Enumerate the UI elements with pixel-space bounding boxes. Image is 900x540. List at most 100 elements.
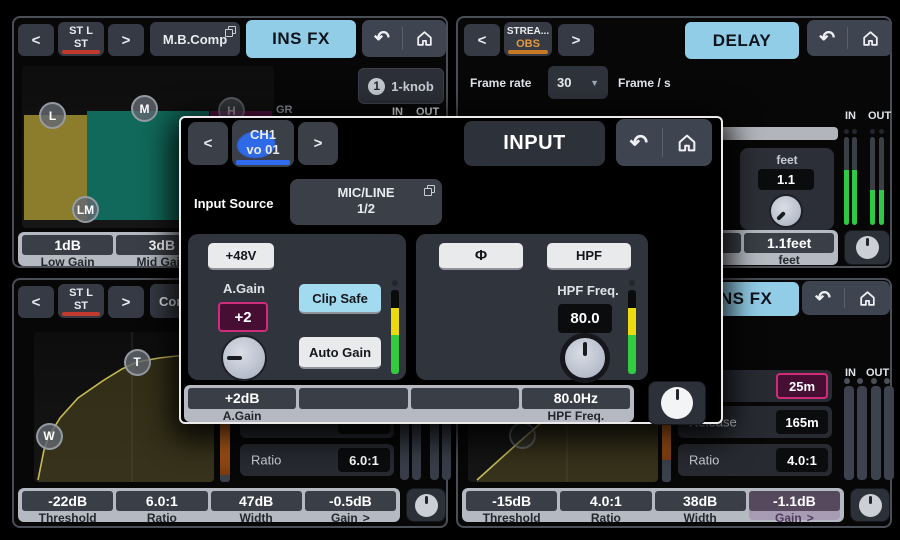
- home-icon[interactable]: [861, 29, 880, 48]
- delay-knob[interactable]: [769, 194, 803, 228]
- nav-group: ↶: [362, 20, 446, 57]
- meter-dot: [879, 129, 884, 134]
- param-cell-selected[interactable]: -1.1dB Gain>: [749, 491, 840, 520]
- dropdown-arrow-icon: ▼: [590, 78, 599, 88]
- one-badge-icon: 1: [368, 78, 385, 95]
- next-channel-button[interactable]: >: [108, 286, 144, 318]
- undo-icon[interactable]: ↶: [374, 29, 390, 48]
- delay-fine-box: feet 1.1: [740, 148, 834, 230]
- param-cell[interactable]: -15dBThreshold: [466, 491, 557, 520]
- undo-icon[interactable]: ↶: [819, 29, 835, 48]
- knob-assign-button[interactable]: [850, 488, 890, 522]
- clip-safe-button[interactable]: Clip Safe: [299, 284, 381, 314]
- param-bar: -22dBThreshold 6.0:1Ratio 47dBWidth -0.5…: [18, 488, 400, 522]
- hpf-freq-label: HPF Freq.: [540, 283, 636, 298]
- home-icon[interactable]: [676, 132, 698, 154]
- phase-button[interactable]: Φ: [439, 243, 523, 270]
- param-cell[interactable]: 6.0:1Ratio: [116, 491, 207, 520]
- knob-icon: [661, 387, 693, 419]
- mixer-screen: < ST L ST > M.B.Comp INS FX ↶ 1 1-knob L…: [0, 0, 900, 540]
- in-meter: [844, 137, 849, 225]
- frame-rate-select[interactable]: 30 ▼: [548, 66, 608, 99]
- prev-channel-button[interactable]: <: [464, 24, 500, 56]
- again-knob[interactable]: [221, 335, 267, 381]
- meter-dot: [870, 129, 875, 134]
- param-cell[interactable]: 1.1feetfeet: [744, 233, 834, 263]
- param-cell[interactable]: -22dBThreshold: [22, 491, 113, 520]
- frame-rate-label: Frame rate: [470, 76, 531, 90]
- in-label: IN: [845, 110, 856, 122]
- knob-assign-button[interactable]: [844, 230, 890, 265]
- threshold-marker[interactable]: T: [124, 349, 151, 376]
- nav-group: ↶: [807, 20, 892, 56]
- param-cell[interactable]: 47dBWidth: [211, 491, 302, 520]
- next-channel-button[interactable]: >: [298, 122, 338, 165]
- channel-select-button[interactable]: ST L ST: [58, 284, 104, 318]
- width-marker[interactable]: [509, 422, 536, 449]
- ratio-row[interactable]: Ratio 4.0:1: [678, 444, 832, 476]
- meter-dot: [844, 378, 850, 384]
- mid-marker[interactable]: M: [131, 95, 158, 122]
- nav-group: ↶: [802, 281, 890, 315]
- out-meter: [879, 137, 884, 225]
- meter-dot: [392, 280, 398, 286]
- param-cell[interactable]: 1dBLow Gain: [22, 235, 113, 264]
- param-cell[interactable]: 80.0HzHPF Freq.: [522, 388, 630, 420]
- phantom-48v-button[interactable]: +48V: [208, 243, 274, 270]
- delay-unit-label: feet: [740, 153, 834, 167]
- hpf-freq-value: 80.0: [558, 304, 612, 333]
- out-meter: [870, 137, 875, 225]
- auto-gain-button[interactable]: Auto Gain: [299, 337, 381, 369]
- param-cell[interactable]: [411, 388, 519, 420]
- param-cell[interactable]: +2dBA.Gain: [188, 388, 296, 420]
- channel-color-bar: [62, 312, 100, 316]
- prev-channel-button[interactable]: <: [18, 286, 54, 318]
- low-marker[interactable]: L: [39, 102, 66, 129]
- width-marker[interactable]: W: [36, 423, 63, 450]
- next-channel-button[interactable]: >: [108, 24, 144, 56]
- home-icon[interactable]: [858, 289, 877, 308]
- channel-select-button[interactable]: STREA... OBS: [504, 22, 552, 56]
- knob-icon: [856, 236, 879, 259]
- prev-channel-button[interactable]: <: [188, 122, 228, 165]
- again-value: +2: [218, 302, 268, 332]
- delay-value: 1.1: [758, 169, 814, 190]
- gain-meter: [391, 290, 399, 374]
- input-source-button[interactable]: MIC/LINE 1/2: [290, 179, 442, 225]
- hpf-freq-knob[interactable]: [560, 333, 610, 383]
- undo-icon[interactable]: ↶: [630, 132, 648, 154]
- home-icon[interactable]: [415, 29, 434, 48]
- channel-select-button[interactable]: CH1 vo 01: [232, 120, 294, 167]
- popup-title: INPUT: [464, 121, 605, 166]
- param-cell[interactable]: 38dBWidth: [655, 491, 746, 520]
- undo-icon[interactable]: ↶: [815, 289, 831, 308]
- one-knob-button[interactable]: 1 1-knob: [358, 68, 444, 104]
- hpf-button[interactable]: HPF: [547, 243, 631, 270]
- again-label: A.Gain: [206, 281, 282, 296]
- knob-assign-button[interactable]: [648, 381, 706, 425]
- copy-icon: [424, 185, 435, 196]
- page-title: INS FX: [246, 20, 356, 58]
- meter-dot: [884, 378, 890, 384]
- in-meter: [844, 386, 854, 480]
- in-meter: [857, 386, 867, 480]
- channel-color-bar: [62, 50, 100, 54]
- in-meter: [852, 137, 857, 225]
- next-channel-button[interactable]: >: [558, 24, 594, 56]
- prev-channel-button[interactable]: <: [18, 24, 54, 56]
- gr-label: GR: [276, 104, 293, 116]
- lowmid-marker[interactable]: LM: [72, 196, 99, 223]
- knob-assign-button[interactable]: [406, 488, 446, 522]
- channel-select-button[interactable]: ST L ST: [58, 22, 104, 56]
- param-cell[interactable]: -0.5dB Gain>: [305, 491, 396, 520]
- out-meter: [871, 386, 881, 480]
- out-meter: [884, 386, 894, 480]
- fx-library-button[interactable]: M.B.Comp: [150, 22, 240, 56]
- ratio-row[interactable]: Ratio 6.0:1: [240, 444, 394, 476]
- page-title: DELAY: [685, 22, 799, 59]
- param-cell[interactable]: 4.0:1Ratio: [560, 491, 651, 520]
- input-overlay: < CH1 vo 01 > INPUT ↶ Input Source MIC/L…: [179, 116, 723, 424]
- param-cell[interactable]: [299, 388, 407, 420]
- hpf-meter: [628, 290, 636, 374]
- input-source-label: Input Source: [194, 196, 273, 211]
